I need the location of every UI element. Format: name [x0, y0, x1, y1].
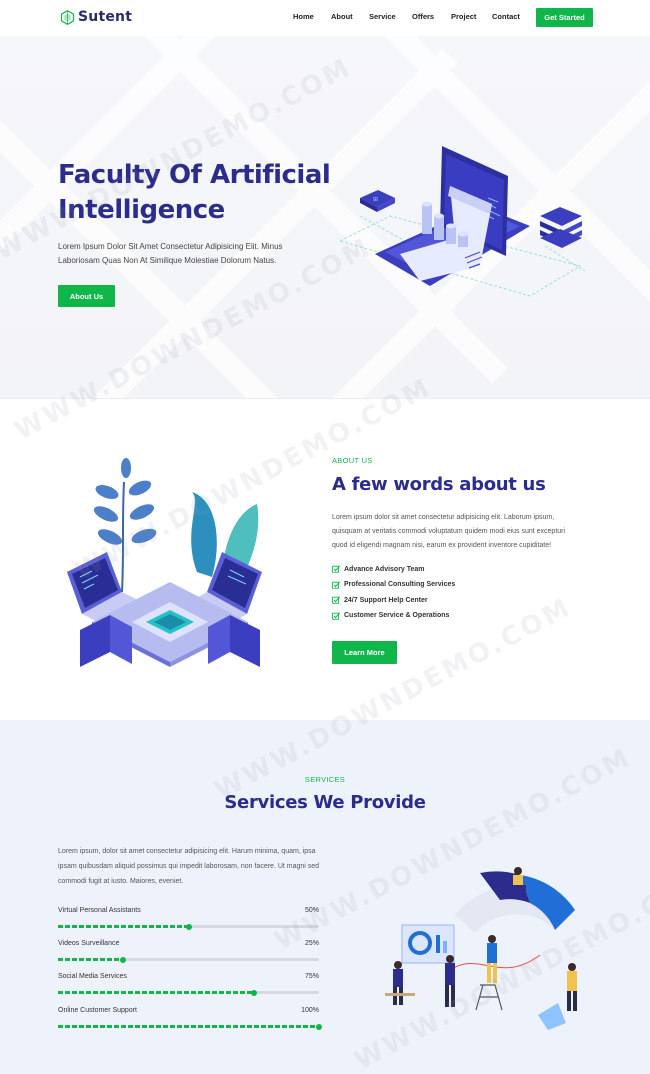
check-square-icon: [332, 611, 340, 620]
brand-name: Sutent: [78, 9, 133, 25]
checklist-label: Customer Service & Operations: [344, 612, 450, 619]
learn-more-button[interactable]: Learn More: [332, 641, 397, 664]
skill-handle[interactable]: [250, 989, 257, 996]
skill-percent: 100%: [301, 1007, 319, 1014]
nav-link-service[interactable]: Service: [369, 12, 396, 21]
skill-handle[interactable]: [120, 956, 127, 963]
nav-link-about[interactable]: About: [331, 12, 353, 21]
check-square-icon: [332, 580, 340, 589]
about-eyebrow: ABOUT US: [332, 456, 373, 465]
skill-handle[interactable]: [316, 1023, 322, 1030]
about-us-button[interactable]: About Us: [58, 285, 115, 307]
skill-label: Online Customer Support: [58, 1007, 137, 1014]
skill-fill: [58, 1025, 319, 1028]
checklist-item: Advance Advisory Team: [332, 565, 425, 573]
skill-fill: [58, 925, 189, 928]
services-section: SERVICES Services We Provide Lorem ipsum…: [0, 720, 650, 1074]
checklist-item: Customer Service & Operations: [332, 611, 450, 620]
nav-link-contact[interactable]: Contact: [492, 12, 520, 21]
hexagon-logo-icon: [60, 9, 75, 25]
skill-track: [58, 1023, 322, 1030]
nav-link-offers[interactable]: Offers: [412, 12, 434, 21]
check-square-icon: [332, 596, 340, 604]
hero-description: Lorem Ipsum Dolor Sit Amet Consectetur A…: [58, 242, 283, 265]
checklist-label: Professional Consulting Services: [344, 581, 456, 588]
ai-laptop-illustration: ⊞: [338, 146, 586, 297]
get-started-button[interactable]: Get Started: [536, 8, 593, 27]
nav-link-project[interactable]: Project: [451, 12, 476, 21]
check-square-icon: [332, 565, 340, 573]
checklist-label: Advance Advisory Team: [344, 565, 425, 573]
svg-text:⊞: ⊞: [373, 196, 378, 203]
skill-handle[interactable]: [185, 923, 192, 930]
skill-percent: 75%: [304, 973, 319, 980]
skill-fill: [58, 991, 254, 994]
skill-bar: Online Customer Support 100%: [58, 1007, 322, 1033]
brand-logo[interactable]: Sutent: [60, 9, 132, 25]
skill-label: Social Media Services: [58, 973, 127, 980]
skill-track: [58, 989, 319, 996]
skill-track: [58, 956, 319, 963]
skill-fill: [58, 958, 124, 961]
nav-link-home[interactable]: Home: [293, 12, 314, 21]
top-navbar: Sutent Home About Service Offers Project…: [0, 0, 650, 36]
skill-label: Videos Surveillance: [58, 940, 120, 947]
checklist-label: 24/7 Support Help Center: [344, 596, 428, 604]
services-description: Lorem ipsum, dolor sit amet consectetur …: [58, 848, 320, 885]
about-title: A few words about us: [332, 474, 546, 495]
checklist-item: 24/7 Support Help Center: [332, 596, 428, 604]
skill-bar: Social Media Services 75%: [58, 973, 319, 999]
skill-label: Virtual Personal Assistants: [58, 907, 141, 914]
about-description: Lorem ipsum dolor sit amet consectetur a…: [332, 514, 566, 549]
checklist-item: Professional Consulting Services: [332, 580, 456, 589]
